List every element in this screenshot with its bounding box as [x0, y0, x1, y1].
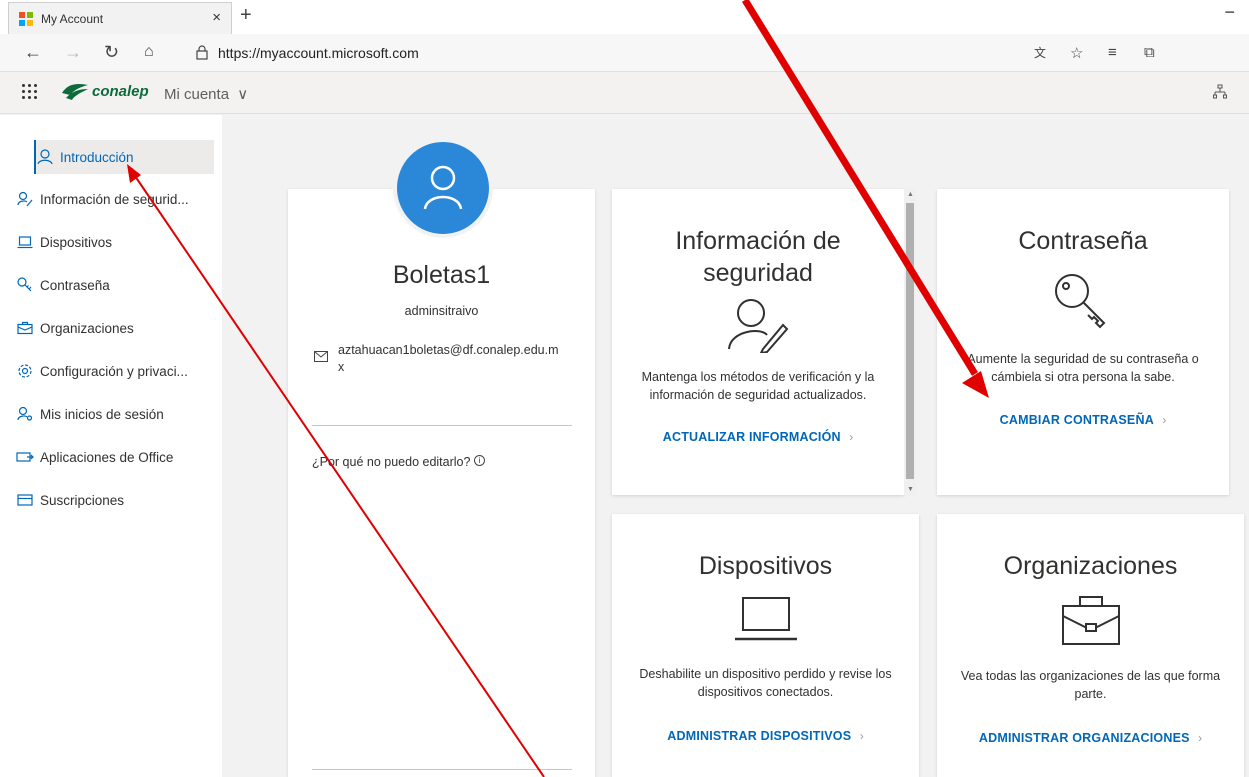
annotation-arrow-thin [134, 175, 545, 777]
annotation-arrow-thick [742, 0, 978, 376]
annotation-arrowhead-thick [962, 371, 989, 398]
annotation-arrows [127, 0, 989, 777]
